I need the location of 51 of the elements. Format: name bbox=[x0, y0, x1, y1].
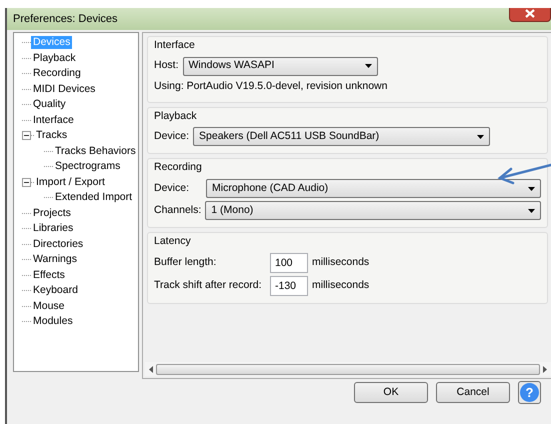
field-label: Channels: bbox=[154, 202, 202, 218]
tree-item[interactable]: Import / Export bbox=[34, 176, 107, 189]
dropdown-arrow-icon bbox=[477, 134, 484, 139]
tree-item[interactable]: Projects bbox=[31, 206, 73, 220]
window-title: Preferences: Devices bbox=[13, 12, 118, 27]
tree-item[interactable]: Keyboard bbox=[31, 284, 80, 298]
scroll-left-icon[interactable] bbox=[148, 366, 154, 372]
dropdown-arrow-icon bbox=[528, 208, 535, 212]
tree-item[interactable]: Tracks bbox=[34, 129, 70, 142]
tree-item[interactable]: Modules bbox=[31, 315, 75, 328]
tree-item[interactable]: Extended Import bbox=[53, 191, 134, 204]
tree-item[interactable]: Quality bbox=[31, 98, 68, 112]
dialog-button[interactable]: Cancel bbox=[436, 382, 510, 403]
dropdown[interactable]: 1 (Mono) bbox=[205, 201, 541, 220]
tree-item[interactable]: Effects bbox=[31, 268, 67, 282]
tree-item[interactable]: Spectrograms bbox=[53, 160, 122, 174]
tree-item[interactable]: Interface bbox=[31, 114, 76, 127]
tree-item[interactable]: Warnings bbox=[31, 253, 79, 266]
collapse-icon[interactable] bbox=[22, 178, 31, 187]
tree-item[interactable]: Playback bbox=[31, 52, 78, 65]
tree-item[interactable]: Libraries bbox=[31, 222, 76, 236]
input-field[interactable]: -130 bbox=[270, 276, 308, 296]
field-label: Host: bbox=[154, 58, 179, 74]
tree-item[interactable]: MIDI Devices bbox=[31, 82, 98, 96]
dropdown-arrow-icon bbox=[528, 186, 535, 190]
info-text: Using: PortAudio V19.5.0-devel, revision unknown bbox=[154, 78, 388, 94]
dropdown[interactable]: Speakers (Dell AC511 USB SoundBar) bbox=[193, 127, 490, 146]
tree-item[interactable]: Mouse bbox=[31, 300, 67, 313]
dialog-button[interactable]: OK bbox=[354, 382, 428, 403]
field-label: Track shift after record: bbox=[154, 278, 263, 293]
tree-item[interactable]: Tracks Behaviors bbox=[53, 144, 138, 158]
input-field[interactable]: 100 bbox=[270, 252, 308, 273]
scroll-right-icon[interactable] bbox=[542, 366, 548, 372]
dropdown[interactable]: Microphone (CAD Audio) bbox=[206, 179, 541, 198]
close-icon bbox=[524, 8, 536, 18]
tree-item[interactable]: Directories bbox=[31, 238, 86, 251]
group-title: Playback bbox=[154, 108, 197, 124]
collapse-icon[interactable] bbox=[22, 131, 31, 140]
field-label: Device: bbox=[154, 128, 190, 144]
group-title: Interface bbox=[154, 38, 195, 53]
field-label: Device: bbox=[154, 180, 190, 196]
horizontal-scrollbar[interactable] bbox=[145, 362, 551, 376]
unit-label: milliseconds bbox=[312, 278, 370, 293]
group-title: Latency bbox=[154, 234, 191, 249]
dropdown-arrow-icon bbox=[364, 64, 372, 68]
tree-item[interactable]: Recording bbox=[31, 67, 83, 80]
field-label: Buffer length: bbox=[154, 254, 218, 270]
group-title: Recording bbox=[154, 160, 202, 176]
dropdown[interactable]: Windows WASAPI bbox=[182, 56, 378, 76]
close-button[interactable] bbox=[509, 8, 551, 22]
unit-label: milliseconds bbox=[312, 254, 370, 270]
